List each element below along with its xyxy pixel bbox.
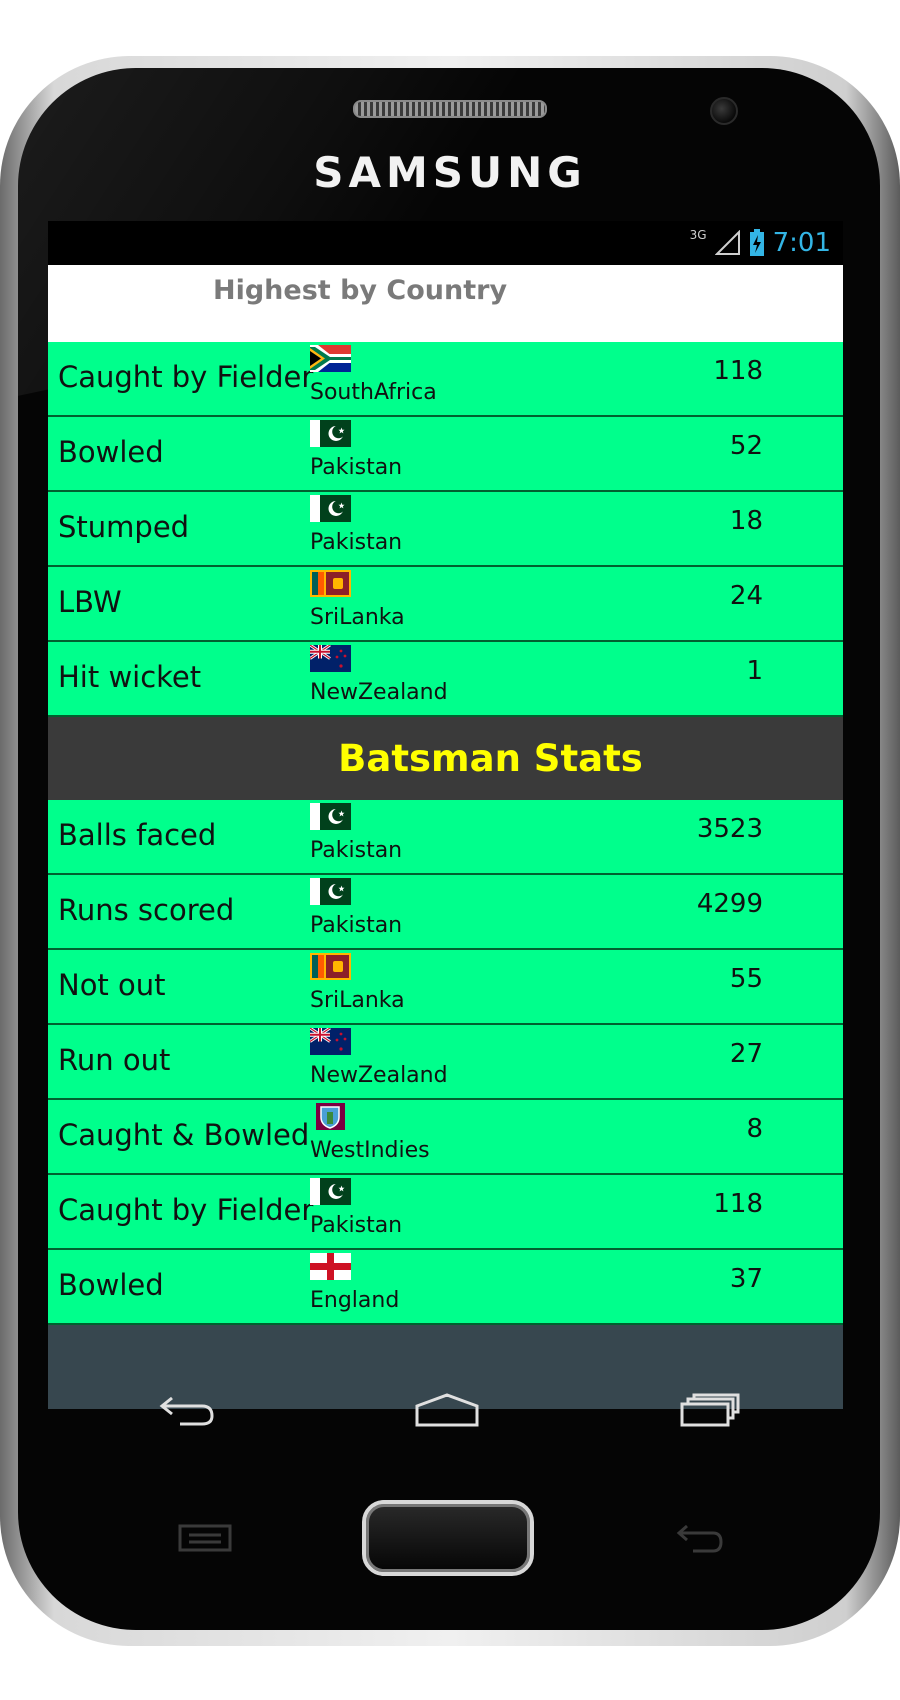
battery-charging-icon: [749, 229, 764, 256]
sri-lanka-flag-icon: [310, 570, 351, 597]
stat-value: 1: [746, 656, 763, 686]
stat-label: Bowled: [58, 1268, 164, 1302]
stat-value: 4299: [696, 889, 763, 919]
status-indicators: 3G 7:01: [690, 221, 831, 265]
status-bar: 3G 7:01: [48, 221, 843, 265]
country-name: SriLanka: [310, 605, 405, 630]
stat-row[interactable]: Balls faced Pakistan 3523: [48, 800, 843, 875]
stat-label: Caught by Fielder: [58, 1193, 314, 1227]
back-icon: [159, 1396, 214, 1426]
stat-label: Stumped: [58, 510, 190, 544]
recent-apps-icon: [680, 1393, 740, 1427]
status-clock: 7:01: [772, 228, 831, 258]
stat-value: 27: [729, 1039, 763, 1069]
country-name: Pakistan: [310, 838, 403, 863]
front-camera: [710, 97, 738, 125]
navigation-bar: [0, 1380, 900, 1490]
menu-icon: [178, 1524, 232, 1552]
hardware-back-key[interactable]: [665, 1518, 735, 1558]
country-name: SouthAfrica: [310, 380, 437, 405]
menu-key[interactable]: [170, 1518, 240, 1558]
pakistan-flag-icon: [310, 1178, 351, 1205]
bowling-stats-list: Caught by Fielder SouthAfrica 118 Bowled Pak…: [48, 342, 843, 717]
stat-value: 8: [746, 1114, 763, 1144]
new-zealand-flag-icon: [310, 1028, 351, 1055]
stat-row[interactable]: Caught by Fielder Pakistan 118: [48, 1175, 843, 1250]
home-icon: [415, 1393, 479, 1427]
country-name: NewZealand: [310, 680, 448, 705]
page-title: Highest by Country: [213, 275, 508, 306]
stat-label: Caught by Fielder: [58, 360, 314, 394]
stat-value: 55: [729, 964, 763, 994]
country-name: NewZealand: [310, 1063, 448, 1088]
stat-label: Bowled: [58, 435, 164, 469]
stat-value: 37: [729, 1264, 763, 1294]
stat-value: 52: [729, 431, 763, 461]
back-button[interactable]: [148, 1380, 228, 1440]
stat-row[interactable]: Bowled Pakistan 52: [48, 417, 843, 492]
stat-label: Run out: [58, 1043, 171, 1077]
signal-icon: [714, 230, 740, 255]
batsman-stats-header: Batsman Stats: [48, 717, 843, 800]
stat-label: Runs scored: [58, 893, 235, 927]
recent-apps-button[interactable]: [670, 1380, 750, 1440]
brand-logo: SAMSUNG: [313, 148, 587, 197]
stats-list[interactable]: Caught by Fielder SouthAfrica 118 Bowled Pak…: [48, 342, 843, 1329]
west-indies-flag-icon: [316, 1103, 345, 1130]
screen: 3G 7:01 Highest by Country Caught by Fie…: [48, 221, 843, 1409]
stat-row[interactable]: Not out SriLanka 55: [48, 950, 843, 1025]
country-name: Pakistan: [310, 455, 403, 480]
stat-row[interactable]: Bowled England 37: [48, 1250, 843, 1325]
stat-label: Not out: [58, 968, 166, 1002]
stat-value: 24: [729, 581, 763, 611]
south-africa-flag-icon: [310, 345, 351, 372]
stat-value: 18: [729, 506, 763, 536]
pakistan-flag-icon: [310, 420, 351, 447]
england-flag-icon: [310, 1253, 351, 1280]
stat-label: Balls faced: [58, 818, 217, 852]
stat-row[interactable]: Run out NewZealand 27: [48, 1025, 843, 1100]
stat-label: LBW: [58, 585, 122, 619]
pakistan-flag-icon: [310, 495, 351, 522]
hardware-keys: [0, 1500, 900, 1590]
stat-row[interactable]: Runs scored Pakistan 4299: [48, 875, 843, 950]
pakistan-flag-icon: [310, 803, 351, 830]
page-header: Highest by Country: [48, 265, 843, 342]
physical-home-key[interactable]: [362, 1500, 534, 1576]
country-name: Pakistan: [310, 530, 403, 555]
network-type: 3G: [689, 228, 707, 242]
section-title: Batsman Stats: [338, 737, 643, 780]
sri-lanka-flag-icon: [310, 953, 351, 980]
country-name: Pakistan: [310, 1213, 403, 1238]
back-icon: [676, 1524, 723, 1553]
country-name: England: [310, 1288, 400, 1313]
stat-label: Caught & Bowled: [58, 1118, 310, 1152]
stat-row[interactable]: LBW SriLanka 24: [48, 567, 843, 642]
speaker-grille: [353, 100, 547, 118]
stat-value: 3523: [696, 814, 763, 844]
home-button[interactable]: [407, 1380, 487, 1440]
country-name: SriLanka: [310, 988, 405, 1013]
country-name: WestIndies: [310, 1138, 430, 1163]
stat-value: 118: [713, 1189, 763, 1219]
pakistan-flag-icon: [310, 878, 351, 905]
stat-row[interactable]: Caught & Bowled WestIndies 8: [48, 1100, 843, 1175]
stat-row[interactable]: Caught by Fielder SouthAfrica 118: [48, 342, 843, 417]
stat-row[interactable]: Hit wicket NewZealand 1: [48, 642, 843, 717]
stat-label: Hit wicket: [58, 660, 202, 694]
batsman-stats-list: Balls faced Pakistan 3523 Runs scored Pakist…: [48, 800, 843, 1325]
stat-row[interactable]: Stumped Pakistan 18: [48, 492, 843, 567]
stat-value: 118: [713, 356, 763, 386]
country-name: Pakistan: [310, 913, 403, 938]
new-zealand-flag-icon: [310, 645, 351, 672]
